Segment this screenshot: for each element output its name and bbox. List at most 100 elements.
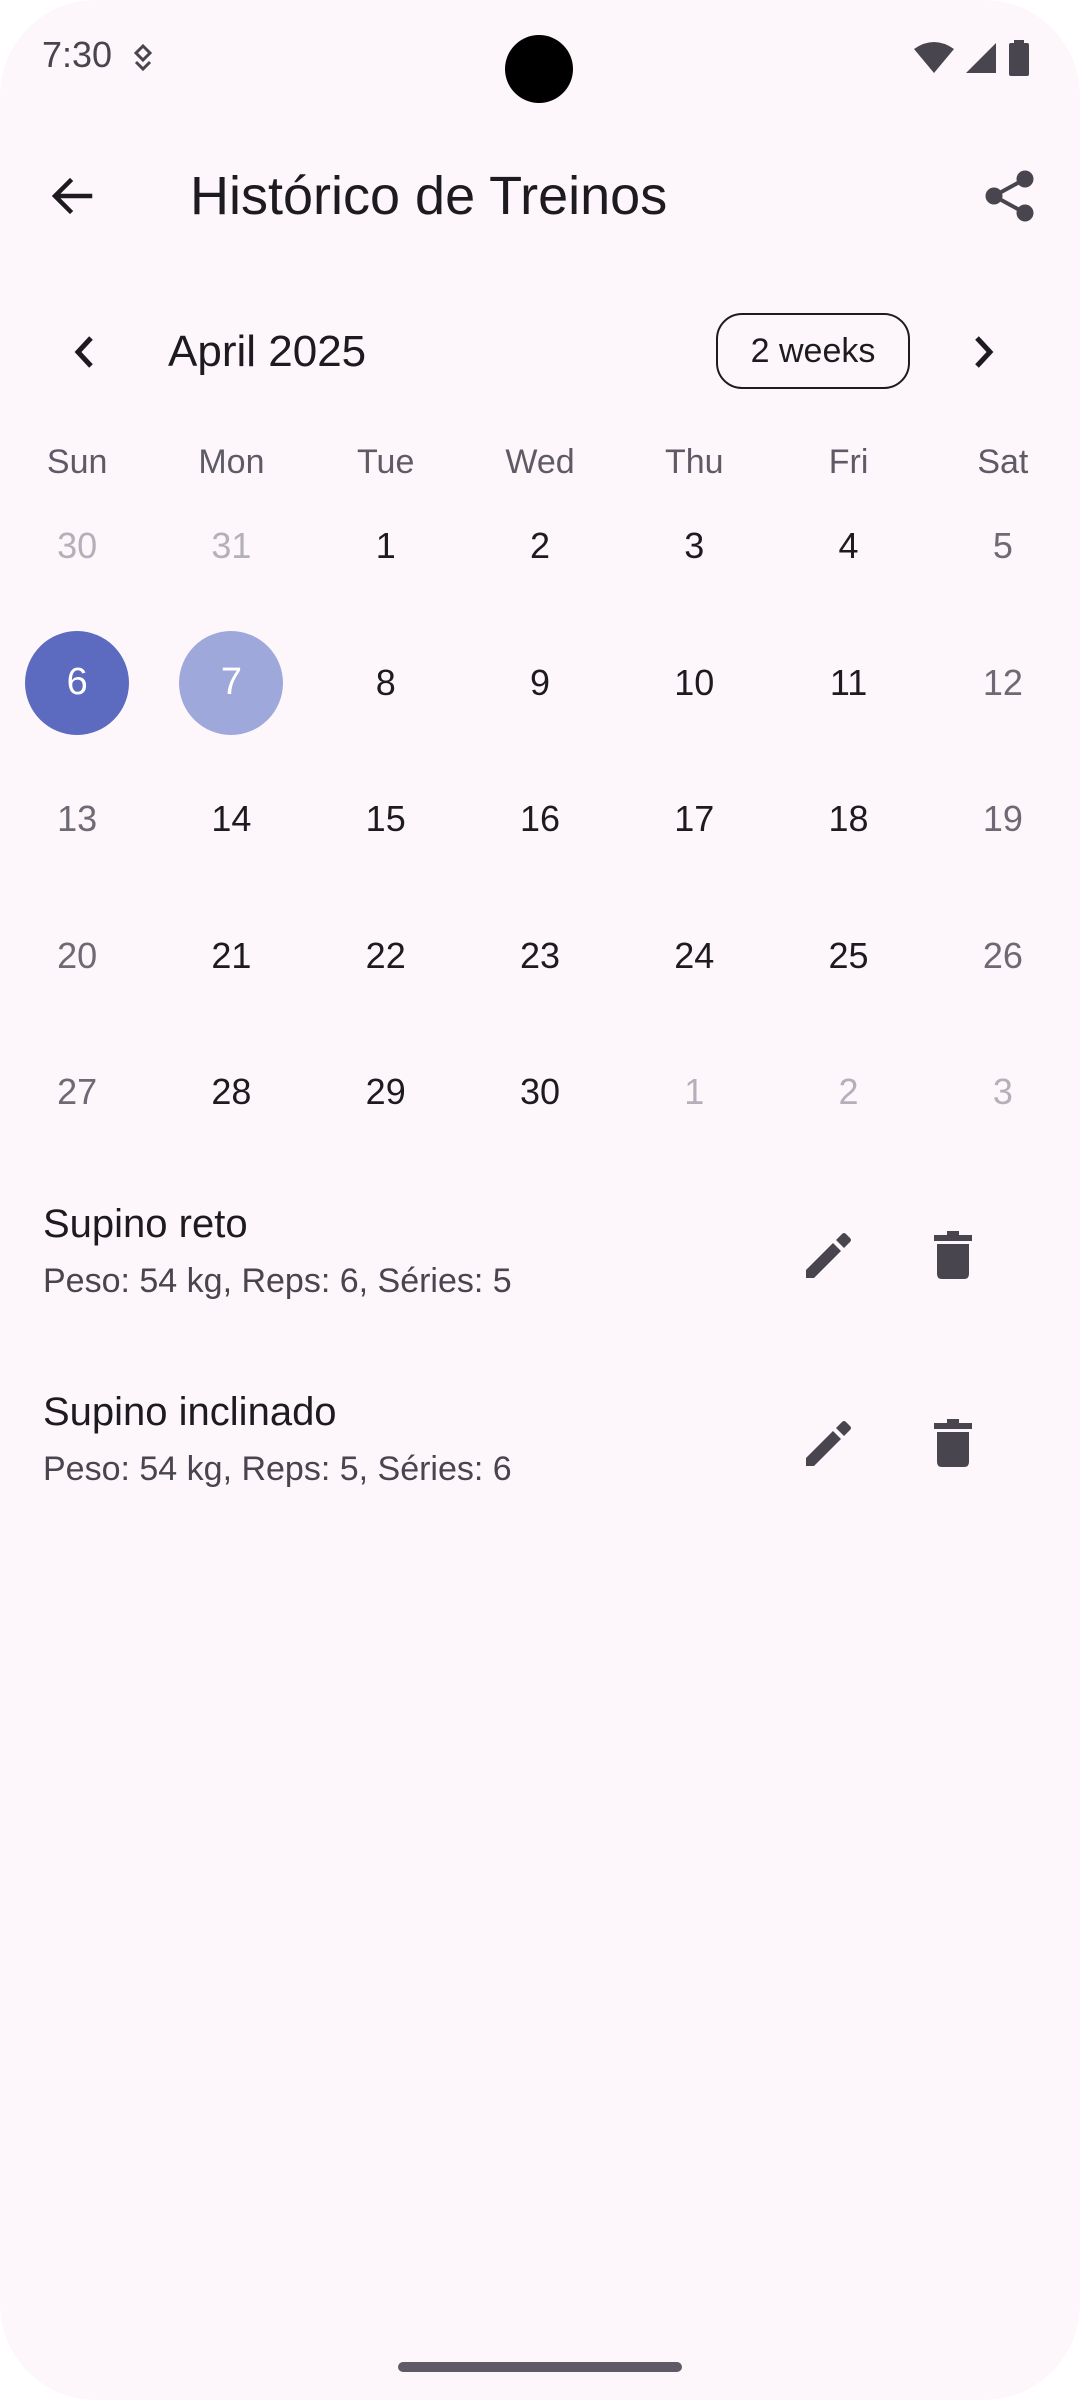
calendar-day-number: 9: [529, 661, 550, 703]
calendar-day-number: 14: [211, 798, 252, 840]
signal-icon: [964, 41, 998, 80]
calendar-day[interactable]: 20: [0, 888, 154, 1025]
calendar-day[interactable]: 22: [309, 888, 463, 1025]
calendar-day-number: 1: [375, 525, 396, 567]
calendar-day[interactable]: 8: [309, 615, 463, 752]
chevron-right-icon: [975, 336, 994, 368]
calendar-day-number: 25: [828, 934, 869, 976]
home-indicator[interactable]: [398, 2362, 682, 2372]
calendar-day-number: 27: [57, 1071, 98, 1113]
camera-cutout: [505, 35, 573, 103]
share-icon: [985, 170, 1034, 222]
calendar-day[interactable]: 12: [926, 615, 1080, 752]
calendar-day-number: 7: [220, 661, 242, 704]
selected-day-marker: 6: [25, 630, 130, 735]
calendar-day-number: 8: [375, 661, 396, 703]
calendar-day-number: 16: [519, 798, 561, 840]
calendar-day[interactable]: 2: [771, 1024, 925, 1161]
calendar-day[interactable]: 30: [0, 478, 154, 615]
calendar-day[interactable]: 29: [309, 1024, 463, 1161]
share-button[interactable]: [976, 162, 1044, 230]
calendar-day-number: 10: [674, 661, 715, 703]
calendar-day-number: 24: [674, 934, 715, 976]
workout-name: Supino inclinado: [43, 1390, 337, 1434]
calendar-day[interactable]: 18: [771, 751, 925, 888]
status-bar: 7:30: [0, 0, 1080, 120]
calendar-day[interactable]: 31: [154, 478, 308, 615]
edit-button[interactable]: [794, 1220, 864, 1290]
workout-details: Peso: 54 kg, Reps: 6, Séries: 5: [43, 1262, 512, 1300]
delete-button[interactable]: [918, 1408, 988, 1478]
app-screen: 7:30 Histórico de Treinos April 2025 2 w…: [0, 0, 1080, 2400]
calendar-day-number: 6: [66, 661, 88, 704]
delete-button[interactable]: [918, 1220, 988, 1290]
calendar-day-number: 29: [365, 1071, 406, 1113]
calendar-day[interactable]: 14: [154, 751, 308, 888]
calendar-day[interactable]: 10: [617, 615, 771, 752]
calendar-day[interactable]: 23: [463, 888, 617, 1025]
app-bar: Histórico de Treinos: [0, 140, 1080, 248]
calendar-day[interactable]: 3: [926, 1024, 1080, 1161]
calendar-day[interactable]: 3: [617, 478, 771, 615]
page-title: Histórico de Treinos: [190, 166, 668, 226]
calendar-day-number: 30: [57, 525, 98, 567]
calendar-day-number: 15: [365, 798, 406, 840]
calendar-day-number: 17: [674, 798, 715, 840]
calendar-day-number: 28: [211, 1071, 252, 1113]
workout-name: Supino reto: [43, 1202, 248, 1246]
workout-list-item[interactable]: Supino inclinado Peso: 54 kg, Reps: 5, S…: [0, 1368, 1080, 1556]
calendar-day[interactable]: 26: [926, 888, 1080, 1025]
wifi-icon: [914, 41, 954, 80]
calendar-day[interactable]: 21: [154, 888, 308, 1025]
calendar-format-button[interactable]: 2 weeks: [716, 313, 910, 389]
calendar-day[interactable]: 2: [463, 478, 617, 615]
battery-icon: [1008, 40, 1030, 81]
calendar-day[interactable]: 1: [617, 1024, 771, 1161]
back-button[interactable]: [38, 162, 106, 230]
trash-icon: [934, 1419, 972, 1467]
trash-icon: [934, 1231, 972, 1279]
next-month-button[interactable]: [952, 320, 1016, 384]
calendar-day[interactable]: 30: [463, 1024, 617, 1161]
calendar-day[interactable]: 25: [771, 888, 925, 1025]
calendar-header: April 2025 2 weeks: [0, 300, 1080, 404]
calendar-day[interactable]: 13: [0, 751, 154, 888]
calendar-day-selected[interactable]: 6: [0, 615, 154, 752]
calendar-day[interactable]: 11: [771, 615, 925, 752]
arrow-back-icon: [51, 177, 93, 215]
calendar-day-number: 2: [838, 1071, 859, 1113]
calendar-day-number: 3: [992, 1071, 1013, 1113]
calendar-day-number: 20: [57, 934, 98, 976]
calendar-day[interactable]: 28: [154, 1024, 308, 1161]
workout-list: Supino reto Peso: 54 kg, Reps: 6, Séries…: [0, 1180, 1080, 1556]
calendar-day-number: 2: [529, 525, 550, 567]
workout-list-item[interactable]: Supino reto Peso: 54 kg, Reps: 6, Séries…: [0, 1180, 1080, 1368]
calendar-day[interactable]: 19: [926, 751, 1080, 888]
chevron-left-icon: [74, 336, 93, 368]
calendar-day[interactable]: 27: [0, 1024, 154, 1161]
calendar-day-number: 18: [828, 798, 869, 840]
calendar-day-number: 12: [982, 661, 1023, 703]
status-icons: [914, 40, 1030, 81]
status-time: 7:30: [42, 34, 113, 75]
calendar-day[interactable]: 4: [771, 478, 925, 615]
calendar-day-number: 21: [211, 934, 252, 976]
calendar-grid: 30 31 1 2 3 4 5 6 7 8 9 10 11 12 13 14 15 16 17 18 19 20 21 22 2…: [0, 478, 1080, 1161]
calendar-day[interactable]: 9: [463, 615, 617, 752]
previous-month-button[interactable]: [52, 320, 116, 384]
calendar-day[interactable]: 16: [463, 751, 617, 888]
calendar-day[interactable]: 1: [309, 478, 463, 615]
edit-button[interactable]: [794, 1408, 864, 1478]
calendar-day-today[interactable]: 7: [154, 615, 308, 752]
today-marker: 7: [179, 630, 284, 735]
calendar-day-number: 19: [982, 798, 1023, 840]
calendar-day[interactable]: 5: [926, 478, 1080, 615]
calendar-day-number: 13: [57, 798, 98, 840]
calendar-day-number: 3: [684, 525, 705, 567]
calendar-day-number: 23: [519, 934, 561, 976]
calendar-day[interactable]: 24: [617, 888, 771, 1025]
calendar-day-number: 22: [365, 934, 406, 976]
notification-icon: [130, 43, 156, 77]
calendar-day[interactable]: 17: [617, 751, 771, 888]
calendar-day[interactable]: 15: [309, 751, 463, 888]
